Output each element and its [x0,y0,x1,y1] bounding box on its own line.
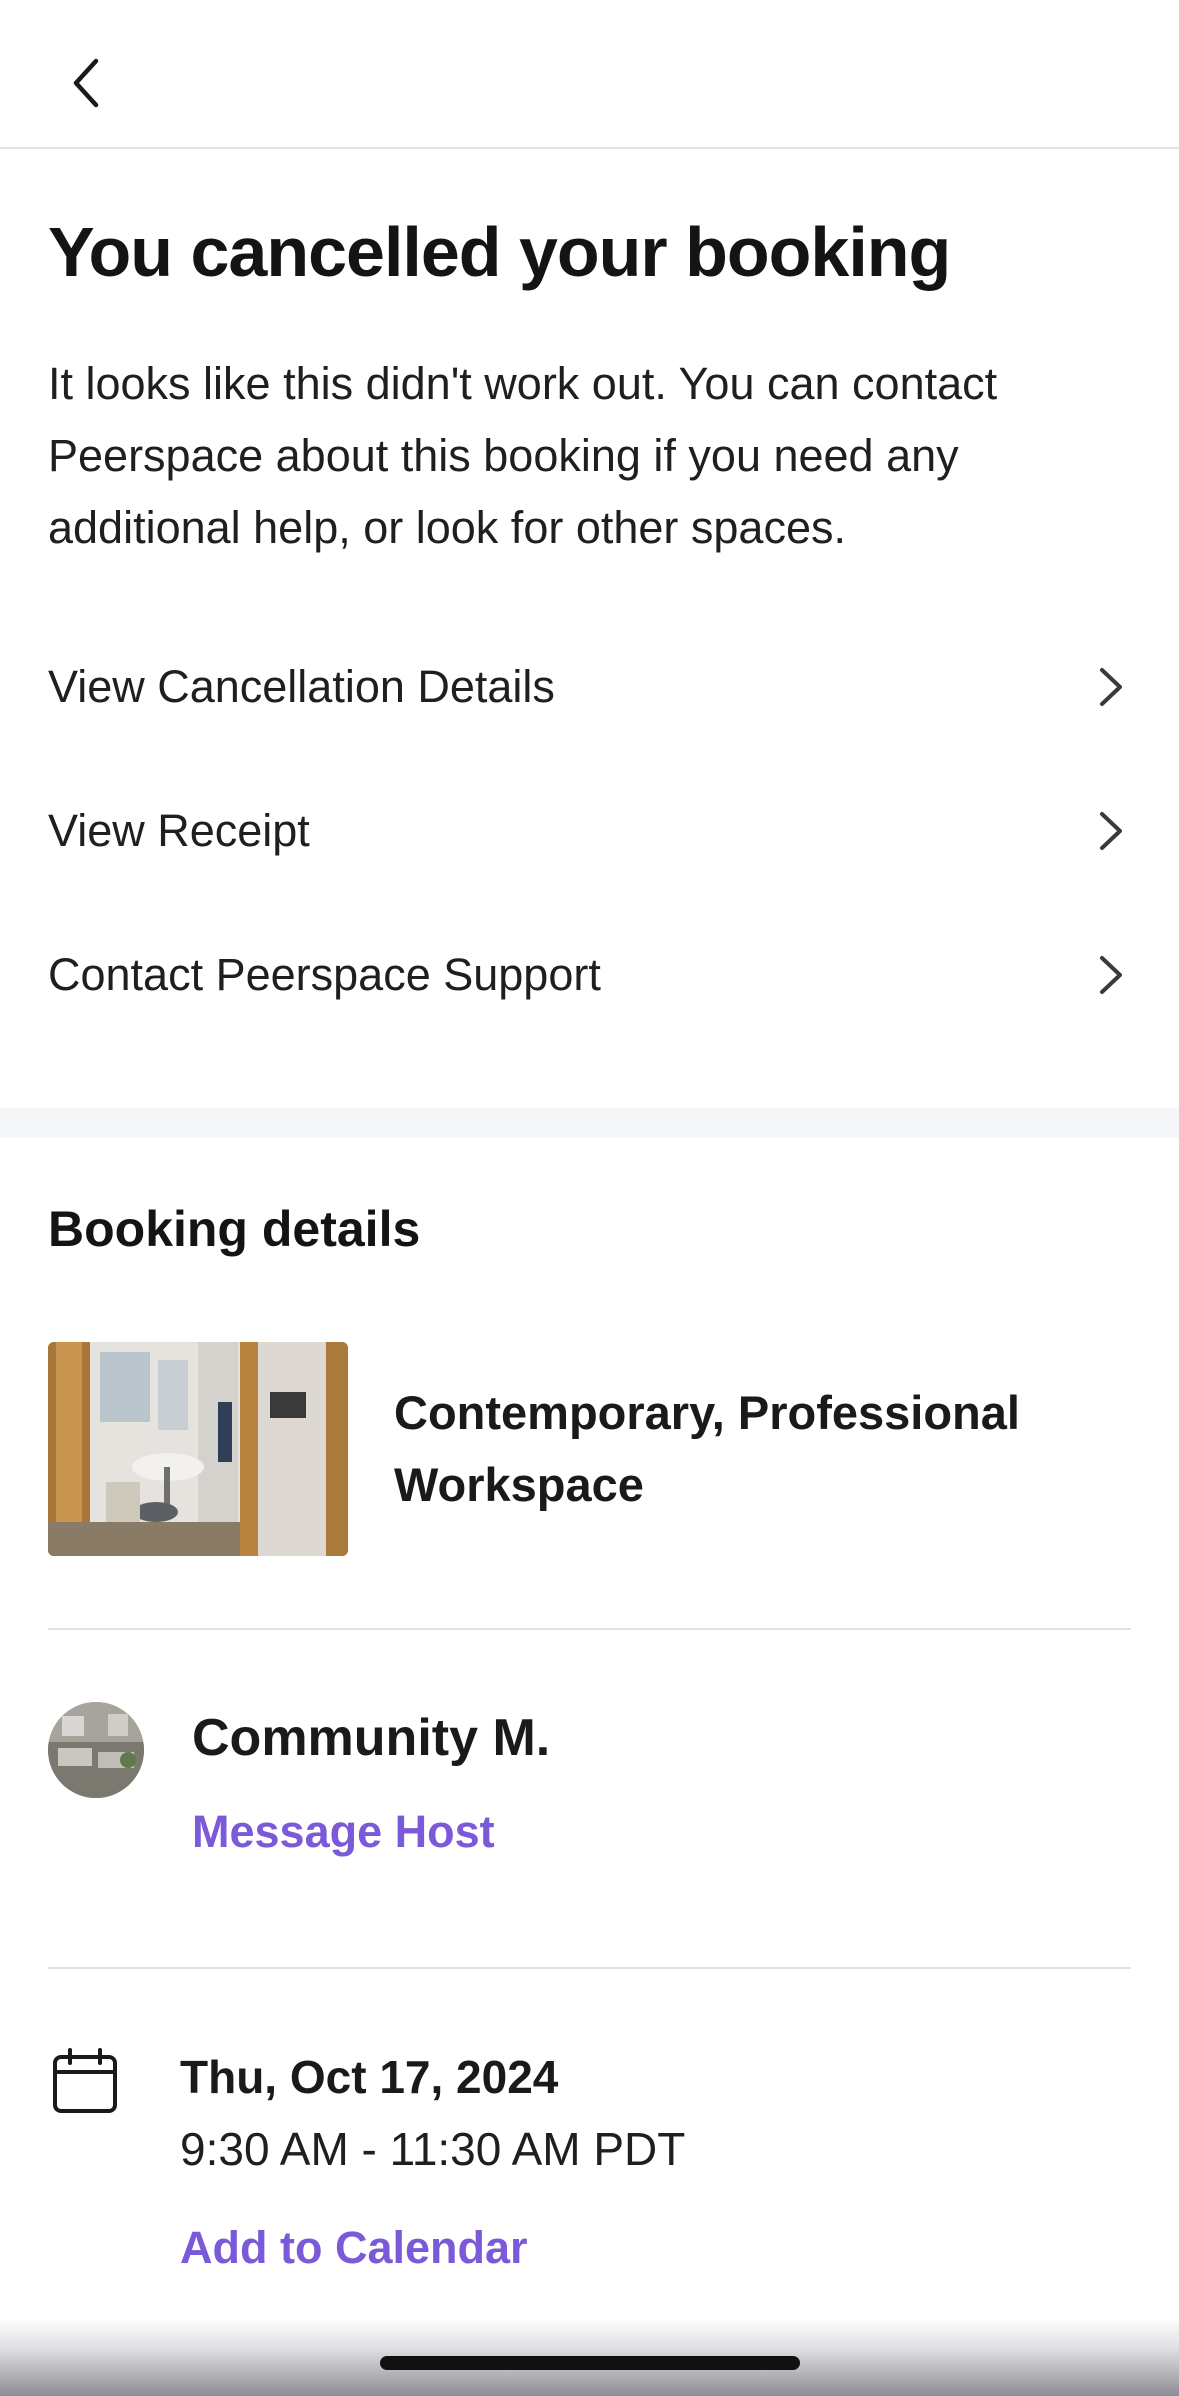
action-label: Contact Peerspace Support [48,949,601,1000]
contact-support-row[interactable]: Contact Peerspace Support [48,920,1131,1030]
divider [48,1628,1131,1630]
chevron-right-icon [1091,806,1131,856]
chevron-right-icon [1091,950,1131,1000]
action-label: View Cancellation Details [48,661,555,712]
listing-thumbnail [48,1342,348,1556]
listing-name: Contemporary, Professional Workspace [394,1386,1020,1511]
chevron-right-icon [1091,662,1131,712]
home-indicator[interactable] [380,2356,800,2370]
view-cancellation-details-row[interactable]: View Cancellation Details [48,632,1131,742]
chevron-left-icon [73,58,99,108]
message-host-link[interactable]: Message Host [192,1806,495,1858]
divider [48,1967,1131,1969]
listing-card[interactable]: Contemporary, Professional Workspace [48,1342,1131,1556]
booking-time: 9:30 AM - 11:30 AM PDT [180,2123,686,2175]
avatar [48,1702,144,1798]
add-to-calendar-link[interactable]: Add to Calendar [180,2222,528,2274]
back-button[interactable] [56,48,116,118]
calendar-icon [53,2048,117,2113]
view-receipt-row[interactable]: View Receipt [48,776,1131,886]
top-nav-bar [0,0,1179,149]
page-title: You cancelled your booking [48,213,951,291]
section-separator [0,1108,1179,1138]
intro-text: It looks like this didn't work out. You … [48,358,998,553]
booking-cancelled-screen: You cancelled your booking It looks like… [0,0,1179,2396]
host-name: Community M. [192,1709,551,1767]
booking-date: Thu, Oct 17, 2024 [180,2051,559,2103]
booking-details-title: Booking details [48,1201,421,1257]
action-label: View Receipt [48,805,310,856]
